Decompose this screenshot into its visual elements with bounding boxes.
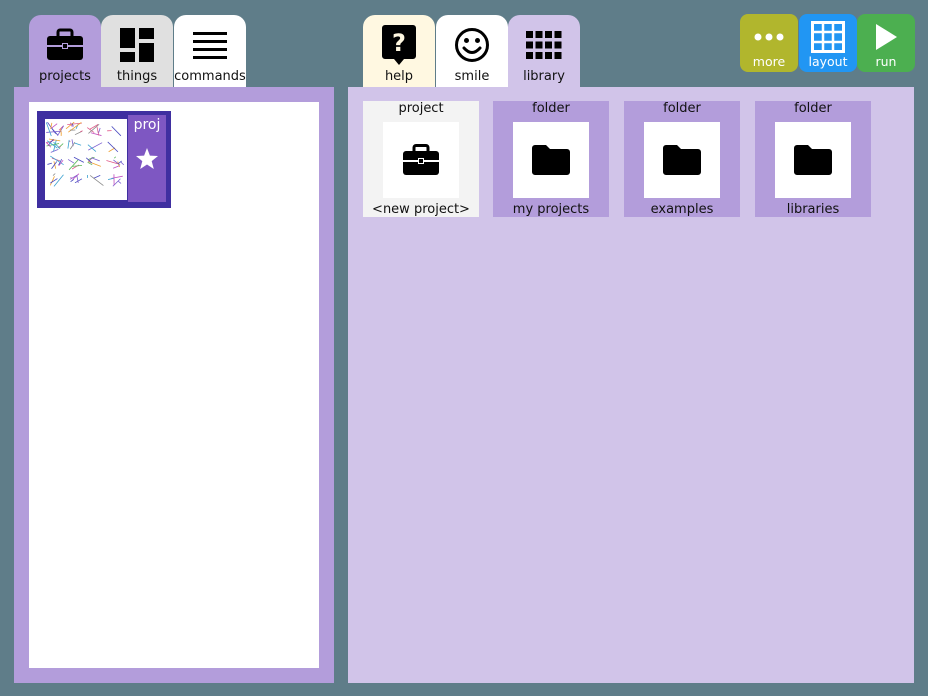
more-dots-icon <box>753 22 785 52</box>
thumbnail-stroke <box>114 156 117 159</box>
library-item-type: folder <box>794 101 832 116</box>
library-item-type: folder <box>532 101 570 116</box>
thumbnail-stroke <box>120 161 125 166</box>
thumbnail-stroke <box>52 173 56 176</box>
thumbnail-stroke <box>118 181 122 184</box>
briefcase-icon <box>383 122 459 198</box>
library-item-libraries[interactable]: folder libraries <box>755 101 871 217</box>
thumbnail-stroke <box>112 165 120 169</box>
smiley-icon <box>452 25 492 65</box>
thumbnail-stroke <box>93 175 101 179</box>
tab-library[interactable]: library <box>508 15 580 87</box>
thumbnail-stroke <box>87 144 97 152</box>
thumbnail-stroke <box>73 142 82 146</box>
thumbnail-stroke <box>90 132 102 136</box>
tab-things-label: things <box>116 69 158 84</box>
library-panel: project <new project> folder my projects… <box>348 87 914 683</box>
thumbnail-stroke <box>50 148 59 153</box>
library-item-caption: libraries <box>786 202 840 217</box>
tab-commands-label: commands <box>174 69 246 84</box>
thumbnail-stroke <box>70 179 74 182</box>
thumbnail-stroke <box>50 178 58 184</box>
tab-help-label: help <box>384 69 414 84</box>
tab-commands[interactable]: commands <box>174 15 246 87</box>
layout-button[interactable]: layout <box>799 14 857 72</box>
thumbnail-stroke <box>67 159 75 164</box>
layout-grid-icon <box>811 21 845 53</box>
project-thumbnail <box>45 119 127 200</box>
project-card[interactable]: proj <box>37 111 171 208</box>
thumbnail-stroke <box>48 138 61 142</box>
folder-icon <box>513 122 589 198</box>
thumbnail-stroke <box>72 165 83 167</box>
projects-list: proj <box>29 102 319 668</box>
folder-icon <box>644 122 720 198</box>
star-icon <box>135 147 159 171</box>
thumbnail-stroke <box>107 141 119 153</box>
thumbnail-stroke <box>91 157 100 162</box>
list-icon <box>190 25 230 65</box>
tab-library-label: library <box>523 69 565 84</box>
library-item-caption: <new project> <box>372 202 470 217</box>
grid-icon <box>524 25 564 65</box>
run-button-label: run <box>875 54 897 69</box>
play-icon <box>874 22 898 52</box>
tab-smile-label: smile <box>454 69 490 84</box>
thumbnail-stroke <box>51 123 58 129</box>
thumbnail-stroke <box>72 173 80 180</box>
thumbnail-stroke <box>70 177 73 179</box>
thumbnail-stroke <box>53 174 64 187</box>
tab-help[interactable]: ? help <box>363 15 435 87</box>
tab-things[interactable]: things <box>101 15 173 87</box>
tab-projects-label: projects <box>39 69 91 84</box>
library-item-caption: examples <box>650 202 714 217</box>
library-item-my-projects[interactable]: folder my projects <box>493 101 609 217</box>
help-bubble-icon: ? <box>379 25 419 65</box>
library-item-examples[interactable]: folder examples <box>624 101 740 217</box>
folder-icon <box>775 122 851 198</box>
library-item-type: folder <box>663 101 701 116</box>
thumbnail-stroke <box>98 127 101 133</box>
more-button[interactable]: more <box>740 14 798 72</box>
library-item-caption: my projects <box>512 202 590 217</box>
thumbnail-stroke <box>80 130 83 133</box>
project-name: proj <box>133 117 161 133</box>
thumbnail-stroke <box>107 177 115 180</box>
dashboard-icon <box>117 25 157 65</box>
projects-panel: proj <box>14 87 334 683</box>
tab-smile[interactable]: smile <box>436 15 508 87</box>
svg-text:?: ? <box>392 29 406 57</box>
library-item-type: project <box>398 101 444 116</box>
briefcase-icon <box>45 25 85 65</box>
thumbnail-stroke <box>47 162 53 165</box>
layout-button-label: layout <box>808 54 848 69</box>
run-button[interactable]: run <box>857 14 915 72</box>
more-button-label: more <box>752 54 786 69</box>
library-item-new-project[interactable]: project <new project> <box>363 101 479 217</box>
tab-projects[interactable]: projects <box>29 15 101 87</box>
thumbnail-stroke <box>67 139 70 149</box>
thumbnail-stroke <box>73 156 85 163</box>
thumbnail-stroke <box>111 126 122 137</box>
thumbnail-stroke <box>50 155 64 166</box>
